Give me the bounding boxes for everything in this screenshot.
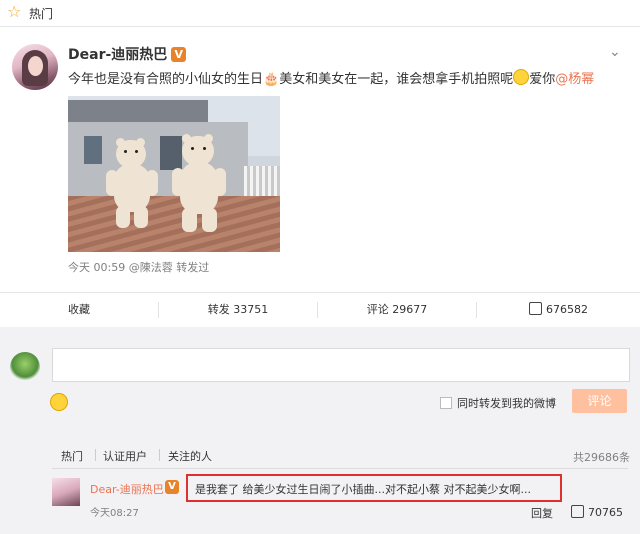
comment-text: 是我套了 给美少女过生日闹了小插曲...对不起小蔡 对不起美少女啊... xyxy=(195,483,531,496)
comment-time: 今天08:27 xyxy=(90,508,139,519)
repost-button[interactable]: 转发 33751 xyxy=(159,293,317,327)
comment-input[interactable] xyxy=(52,348,630,382)
top-bar: ☆ 热门 xyxy=(0,0,640,27)
tab-hot[interactable]: 热门 xyxy=(61,448,83,464)
post-author[interactable]: Dear-迪丽热巴 V xyxy=(68,44,187,64)
thumbs-up-icon xyxy=(571,505,584,518)
comment-author[interactable]: Dear-迪丽热巴 xyxy=(90,481,164,497)
current-user-avatar[interactable] xyxy=(10,352,40,382)
comment-button[interactable]: 评论 29677 xyxy=(318,293,476,327)
forward-label[interactable]: 同时转发到我的微博 xyxy=(457,395,556,411)
post-image[interactable] xyxy=(68,96,280,252)
section-title: 热门 xyxy=(29,7,54,21)
tab-verified[interactable]: 认证用户 xyxy=(103,448,147,464)
tab-following[interactable]: 关注的人 xyxy=(168,448,212,464)
divider xyxy=(52,468,628,469)
post-text: 今年也是没有合照的小仙女的生日🎂美女和美女在一起，谁会想拿手机拍照呢 爱你@杨幂 xyxy=(68,69,628,89)
avatar[interactable] xyxy=(12,44,58,90)
forward-checkbox[interactable] xyxy=(440,397,452,409)
reply-button[interactable]: 回复 xyxy=(531,505,553,521)
comment-count: 共29686条 xyxy=(573,451,630,464)
comment-avatar[interactable] xyxy=(52,478,80,506)
cake-icon: 🎂 xyxy=(263,72,280,87)
thumbs-up-icon xyxy=(529,302,542,315)
comment-like-count: 70765 xyxy=(588,506,623,519)
post-text-mid: 美女和美女在一起，谁会想拿手机拍照呢 xyxy=(279,72,514,87)
emoji-picker-icon[interactable] xyxy=(50,393,68,411)
submit-comment-button[interactable]: 评论 xyxy=(572,389,627,413)
comment-like-button[interactable]: 70765 xyxy=(571,505,623,519)
action-bar: 收藏 转发 33751 评论 29677 676582 xyxy=(0,293,640,327)
post-text-love: 爱你 xyxy=(529,72,556,87)
post-text-main: 今年也是没有合照的小仙女的生日 xyxy=(68,72,264,87)
favorite-button[interactable]: 收藏 xyxy=(0,293,158,327)
mention-link[interactable]: @杨幂 xyxy=(555,72,594,87)
verified-badge: V xyxy=(165,480,179,494)
star-icon: ☆ xyxy=(7,2,22,21)
like-count: 676582 xyxy=(546,303,588,316)
verified-badge: V xyxy=(171,47,187,62)
like-button[interactable]: 676582 xyxy=(477,293,640,327)
chevron-down-icon[interactable]: ⌄ xyxy=(609,44,621,60)
post-author-name[interactable]: Dear-迪丽热巴 xyxy=(68,47,167,63)
post-meta: 今天 00:59 @陳法蓉 转发过 xyxy=(68,261,210,274)
grin-emoji-icon xyxy=(513,69,530,85)
